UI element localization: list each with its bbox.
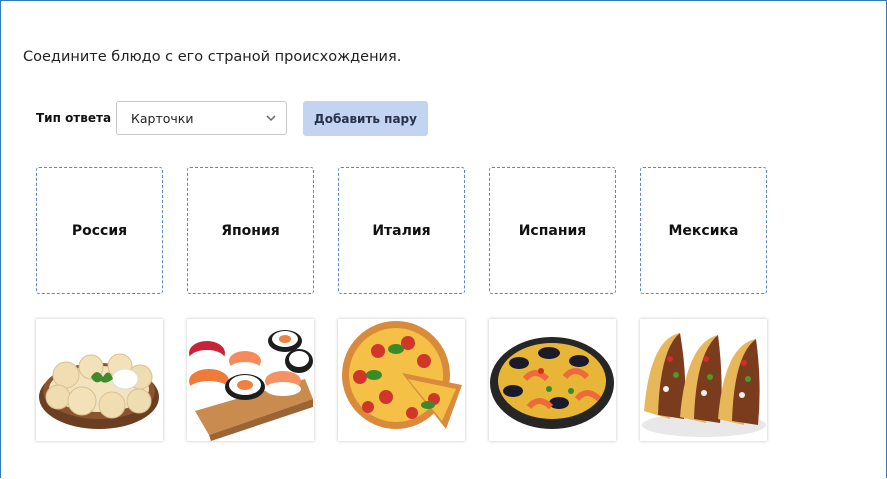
country-card-japan[interactable]: Япония [187, 167, 314, 294]
dish-card-paella[interactable] [489, 319, 616, 441]
paella-image [490, 337, 614, 429]
dish-card-pizza[interactable] [338, 319, 465, 441]
add-pair-button[interactable]: Добавить пару [303, 101, 428, 136]
answer-type-label: Тип ответа [36, 111, 112, 125]
country-card-spain[interactable]: Испания [489, 167, 616, 294]
pizza-image [342, 321, 462, 429]
chevron-down-icon [266, 115, 276, 122]
question-text: Соедините блюдо с его страной происхожде… [23, 49, 402, 65]
answer-type-value: Карточки [131, 111, 194, 126]
sushi-image [189, 330, 313, 441]
exercise-frame: Соедините блюдо с его страной происхожде… [0, 0, 887, 478]
tacos-image [642, 333, 766, 437]
country-card-italy[interactable]: Италия [338, 167, 465, 294]
dish-card-tacos[interactable] [640, 319, 767, 441]
answer-type-select[interactable]: Карточки [116, 101, 287, 135]
dish-card-dumplings[interactable] [36, 319, 163, 441]
country-card-mexico[interactable]: Мексика [640, 167, 767, 294]
dish-card-sushi[interactable] [187, 319, 314, 441]
country-card-russia[interactable]: Россия [36, 167, 163, 294]
dumplings-image [39, 353, 159, 429]
